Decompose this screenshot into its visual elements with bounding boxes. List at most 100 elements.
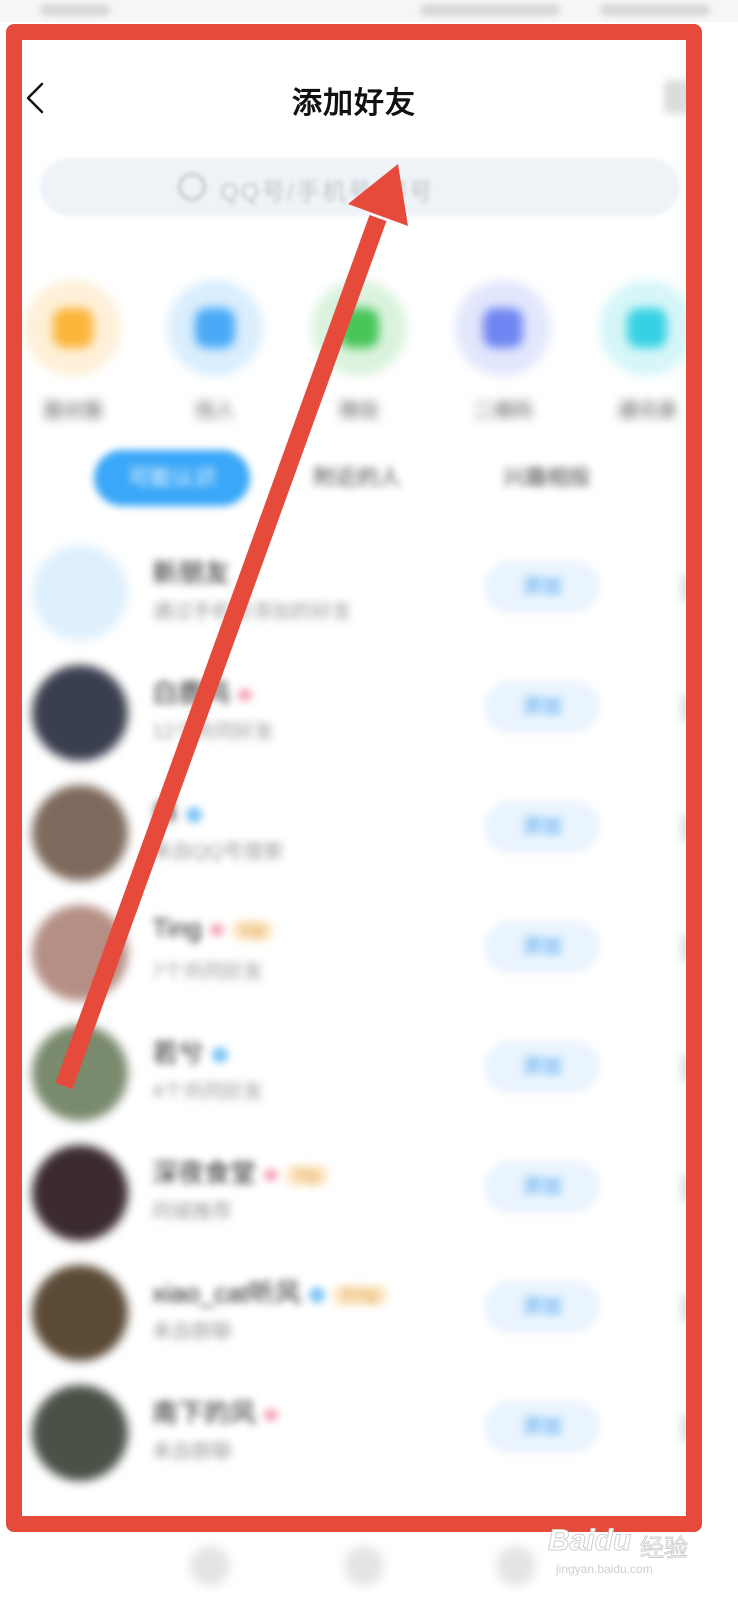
person-subtitle: 通过手机号添加的好友	[152, 601, 352, 623]
tab-interest[interactable]: 兴趣相投	[482, 450, 612, 506]
avatar	[32, 785, 128, 881]
header: 添加好友	[22, 40, 686, 150]
verified-icon	[308, 1287, 325, 1304]
avatar	[32, 1385, 128, 1481]
person-name-text: 林	[152, 798, 179, 828]
avatar	[32, 1265, 128, 1361]
shortcut-wechat[interactable]: 微信	[304, 280, 414, 423]
add-friend-button[interactable]: 添加	[484, 921, 600, 973]
face-to-face-icon	[25, 280, 121, 376]
status-battery-icon	[600, 4, 710, 16]
add-friend-button[interactable]: 添加	[484, 561, 600, 613]
person-name-text: Ting	[152, 913, 202, 943]
shortcut-label: 面对面	[43, 400, 103, 422]
avatar	[32, 905, 128, 1001]
shortcut-contacts[interactable]: 通讯录	[592, 280, 686, 423]
shortcut-face-to-face[interactable]: 面对面	[22, 280, 128, 423]
person-subtitle: 来自群聊	[152, 1321, 232, 1343]
watermark-brand: Baidu	[547, 1524, 632, 1558]
dismiss-icon[interactable]	[680, 1175, 686, 1201]
add-friend-button[interactable]: 添加	[484, 801, 600, 853]
avatar	[32, 1145, 128, 1241]
person-icon	[167, 280, 263, 376]
person-subtitle: 同城推荐	[152, 1201, 232, 1223]
verified-icon	[212, 1047, 229, 1064]
gender-icon	[264, 1169, 279, 1182]
shortcut-person[interactable]: 找人	[160, 280, 270, 423]
baidu-jingyan-watermark: Baidu 经验 jingyan.baidu.com	[547, 1518, 718, 1580]
person-subtitle: 来自QQ号搜索	[152, 841, 284, 863]
status-bar	[0, 0, 738, 22]
dismiss-icon[interactable]	[680, 575, 686, 601]
watermark-url: jingyan.baidu.com	[556, 1562, 653, 1576]
person-name-text: 南下的风	[152, 1398, 257, 1428]
search-placeholder: QQ号/手机号/群号	[220, 179, 435, 206]
person-subtitle: 7个共同好友	[152, 961, 264, 983]
vip-badge: SVip	[332, 1284, 387, 1306]
gender-icon	[209, 924, 224, 937]
person-name-text: 若兮	[152, 1038, 205, 1068]
list-item[interactable]: xiao_cat听风 SVip 来自群聊 添加	[22, 1255, 686, 1375]
wechat-icon	[311, 280, 407, 376]
contacts-icon	[599, 280, 686, 376]
verified-icon	[186, 807, 203, 824]
shortcut-label: 微信	[339, 400, 379, 422]
dismiss-icon[interactable]	[680, 815, 686, 841]
person-name: 南下的风	[152, 1393, 279, 1430]
add-friend-button[interactable]: 添加	[484, 1161, 600, 1213]
person-subtitle: 12个共同好友	[152, 721, 275, 743]
person-name-text: 新朋友	[152, 558, 231, 588]
person-name: 新朋友	[152, 553, 230, 590]
nav-back-icon[interactable]	[496, 1546, 536, 1586]
list-item[interactable]: 南下的风来自群聊 添加	[22, 1375, 686, 1495]
list-item[interactable]: 新朋友通过手机号添加的好友 添加	[22, 535, 686, 655]
add-friend-button[interactable]: 添加	[484, 1281, 600, 1333]
person-name: 白鹿鸣	[152, 673, 253, 710]
add-friend-button[interactable]: 添加	[484, 1401, 600, 1453]
list-item[interactable]: 林来自QQ号搜索 添加	[22, 775, 686, 895]
person-subtitle: 4个共同好友	[152, 1081, 264, 1103]
search-icon	[178, 173, 206, 201]
dismiss-icon[interactable]	[680, 1415, 686, 1441]
watermark-product: 经验	[640, 1535, 689, 1563]
dismiss-icon[interactable]	[680, 695, 686, 721]
more-icon[interactable]	[664, 80, 686, 114]
dismiss-icon[interactable]	[680, 1055, 686, 1081]
avatar	[32, 1025, 128, 1121]
status-notifications	[420, 4, 560, 16]
add-friend-screen: 添加好友 QQ号/手机号/群号 面对面 找人 微信 二维码 通讯录 可能认识 附近的人 …	[22, 40, 686, 1516]
status-time	[40, 4, 110, 16]
search-input[interactable]: QQ号/手机号/群号	[40, 158, 680, 216]
avatar	[32, 545, 128, 641]
list-item[interactable]: 深夜食堂 Vip 同城推荐 添加	[22, 1135, 686, 1255]
person-subtitle: 来自群聊	[152, 1441, 232, 1463]
nav-center-icon[interactable]	[344, 1546, 384, 1586]
dismiss-icon[interactable]	[680, 1295, 686, 1321]
shortcut-label: 二维码	[473, 400, 533, 422]
person-name: 深夜食堂 Vip	[152, 1153, 328, 1190]
list-item[interactable]: 若兮 4个共同好友 添加	[22, 1015, 686, 1135]
shortcut-label: 通讯录	[617, 400, 677, 422]
person-name: Ting Vip	[152, 913, 274, 944]
person-name: 若兮	[152, 1033, 229, 1070]
shortcut-label: 找人	[195, 400, 235, 422]
tab-maybe-known[interactable]: 可能认识	[94, 450, 250, 506]
person-name-text: xiao_cat听风	[152, 1278, 301, 1308]
add-friend-button[interactable]: 添加	[484, 1041, 600, 1093]
qrcode-icon	[455, 280, 551, 376]
gender-icon	[238, 689, 253, 702]
tab-nearby[interactable]: 附近的人	[292, 450, 422, 506]
person-name-text: 深夜食堂	[152, 1158, 257, 1188]
add-friend-button[interactable]: 添加	[484, 681, 600, 733]
recommend-tabs: 可能认识 附近的人 兴趣相投	[22, 450, 686, 510]
person-name-text: 白鹿鸣	[152, 678, 231, 708]
list-item[interactable]: 白鹿鸣 12个共同好友 添加	[22, 655, 686, 775]
vip-badge: Vip	[231, 919, 274, 941]
avatar	[32, 665, 128, 761]
list-item[interactable]: Ting Vip 7个共同好友 添加	[22, 895, 686, 1015]
nav-home-icon[interactable]	[190, 1546, 230, 1586]
shortcut-qrcode[interactable]: 二维码	[448, 280, 558, 423]
dismiss-icon[interactable]	[680, 935, 686, 961]
person-name: 林	[152, 793, 203, 830]
vip-badge: Vip	[286, 1164, 328, 1186]
